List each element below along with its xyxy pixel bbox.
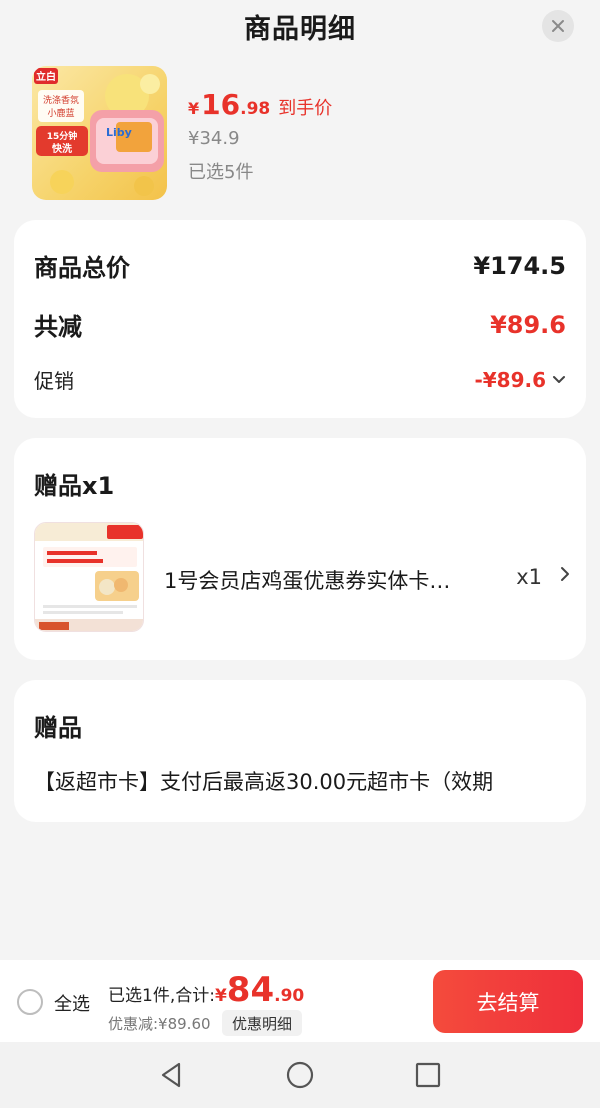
original-price: ¥34.9 xyxy=(188,128,240,149)
svg-text:立白: 立白 xyxy=(36,70,56,83)
total-currency: ¥ xyxy=(214,986,227,1006)
recents-button[interactable] xyxy=(413,1060,443,1090)
promo-label: 促销 xyxy=(34,369,74,393)
gift-item-link[interactable] xyxy=(560,566,570,586)
page-title: 商品明细 xyxy=(244,13,356,45)
promo-text: 【返超市卡】支付后最高返30.00元超市卡（效期 xyxy=(34,770,494,794)
price-summary-card: 商品总价 ¥174.5 共减 ¥89.6 促销 -¥89.6 xyxy=(14,220,586,418)
back-triangle-icon xyxy=(161,1062,181,1088)
home-circle-icon xyxy=(286,1061,314,1089)
promo-title: 赠品 xyxy=(34,714,82,742)
promo-value: -¥89.6 xyxy=(474,367,546,392)
total-decimal: .90 xyxy=(274,986,305,1006)
checkout-bar: 全选 已选1件,合计: ¥ 84 .90 优惠减:¥89.60 优惠明细 去结算 xyxy=(0,960,600,1042)
svg-text:洗涤香氛: 洗涤香氛 xyxy=(43,94,79,106)
home-button[interactable] xyxy=(285,1060,315,1090)
gift-image[interactable] xyxy=(34,522,144,632)
reduce-row: 共减 ¥89.6 xyxy=(34,307,566,342)
total-prefix: 已选1件,合计: xyxy=(108,986,215,1006)
chevron-down-icon xyxy=(553,375,565,383)
reduce-value: ¥89.6 xyxy=(490,310,566,339)
price-integer: 16 xyxy=(201,88,241,121)
reduce-label: 共减 xyxy=(34,313,82,341)
checkout-button[interactable]: 去结算 xyxy=(433,970,583,1033)
svg-text:快洗: 快洗 xyxy=(51,142,72,155)
discount-detail-button[interactable]: 优惠明细 xyxy=(222,1010,303,1036)
svg-text:15分钟: 15分钟 xyxy=(47,130,78,142)
select-all-label[interactable]: 全选 xyxy=(54,990,90,1016)
price-tag: 到手价 xyxy=(278,98,333,119)
svg-text:小鹿蓝: 小鹿蓝 xyxy=(47,107,74,119)
promo-row[interactable]: 促销 -¥89.6 xyxy=(34,365,566,394)
price-currency: ¥ xyxy=(188,99,200,118)
sheet-header: 商品明细 xyxy=(0,0,600,52)
select-all-checkbox[interactable] xyxy=(17,989,43,1015)
gift-title: 赠品x1 xyxy=(34,472,115,500)
total-row: 商品总价 ¥174.5 xyxy=(34,248,566,283)
gift-item-name[interactable]: 1号会员店鸡蛋优惠券实体卡… xyxy=(164,565,484,595)
promo-value-wrap[interactable]: -¥89.6 xyxy=(474,368,566,392)
selected-count: 已选5件 xyxy=(188,162,254,183)
total-integer: 84 xyxy=(226,970,275,1010)
product-info: 立白 洗涤香氛 小鹿蓝 15分钟 快洗 Liby ¥ 16 .98 到手价 ¥3… xyxy=(32,66,572,200)
chevron-right-icon xyxy=(561,567,569,581)
final-price: ¥ 16 .98 到手价 xyxy=(188,88,332,121)
back-button[interactable] xyxy=(157,1060,187,1090)
total-value: ¥174.5 xyxy=(473,251,566,280)
price-decimal: .98 xyxy=(240,99,271,119)
product-image[interactable]: 立白 洗涤香氛 小鹿蓝 15分钟 快洗 Liby xyxy=(32,66,167,200)
discount-amount: 优惠减:¥89.60 xyxy=(108,1015,211,1033)
svg-text:Liby: Liby xyxy=(106,126,132,139)
promo-card: 赠品 【返超市卡】支付后最高返30.00元超市卡（效期 xyxy=(14,680,586,822)
close-button[interactable] xyxy=(542,10,574,42)
total-label: 商品总价 xyxy=(34,254,130,282)
product-illustration: 立白 洗涤香氛 小鹿蓝 15分钟 快洗 Liby xyxy=(34,68,164,196)
system-nav-bar xyxy=(0,1042,600,1108)
gift-item-qty: x1 xyxy=(516,565,542,589)
gift-illustration xyxy=(35,523,143,631)
close-icon xyxy=(552,20,564,32)
order-total: 已选1件,合计: ¥ 84 .90 xyxy=(108,970,304,1010)
gift-card: 赠品x1 1号会员店鸡蛋优惠券实体卡… x1 xyxy=(14,438,586,660)
recents-square-icon xyxy=(415,1062,441,1088)
